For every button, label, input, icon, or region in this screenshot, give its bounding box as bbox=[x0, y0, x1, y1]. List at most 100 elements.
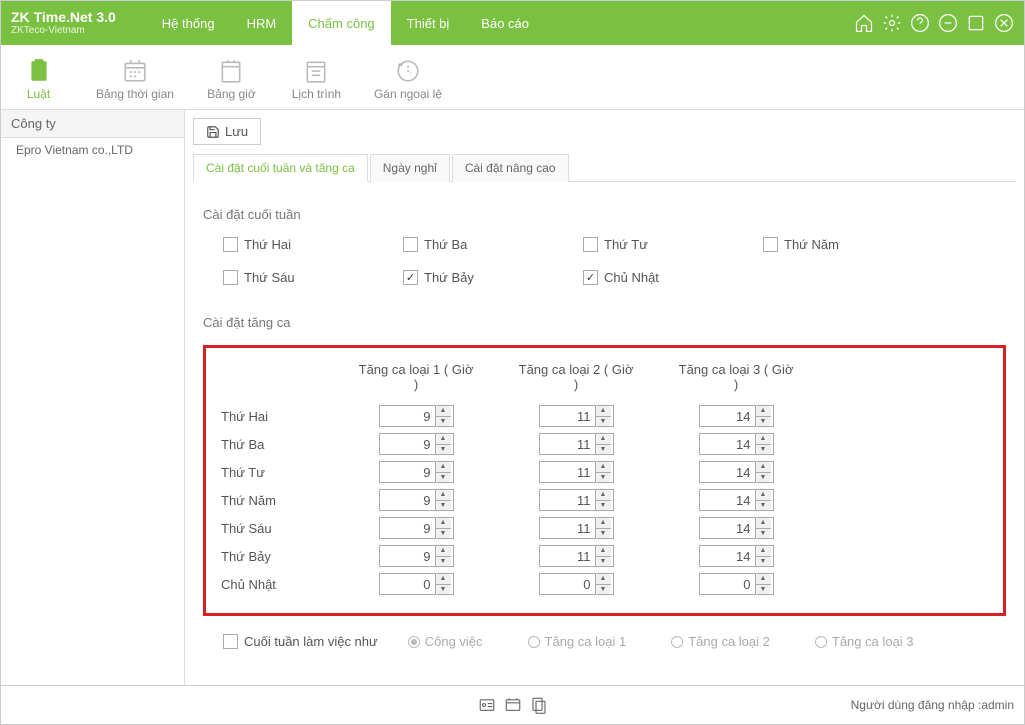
spin-up-icon[interactable]: ▲ bbox=[596, 406, 611, 417]
status-icon-3[interactable] bbox=[530, 696, 548, 714]
ot-hours-spinner[interactable]: ▲▼ bbox=[539, 545, 614, 567]
help-icon[interactable] bbox=[910, 13, 930, 33]
spin-up-icon[interactable]: ▲ bbox=[596, 490, 611, 501]
spin-up-icon[interactable]: ▲ bbox=[596, 462, 611, 473]
tab-device[interactable]: Thiết bị bbox=[391, 1, 466, 45]
toolbar-schedule[interactable]: Lịch trình bbox=[289, 58, 344, 101]
ot-hours-spinner[interactable]: ▲▼ bbox=[699, 545, 774, 567]
ot-hours-spinner[interactable]: ▲▼ bbox=[699, 573, 774, 595]
ot-hours-spinner[interactable]: ▲▼ bbox=[699, 405, 774, 427]
spin-down-icon[interactable]: ▼ bbox=[436, 417, 451, 427]
weekend-day-checkbox[interactable]: Thứ Năm bbox=[763, 237, 853, 252]
ot-hours-spinner[interactable]: ▲▼ bbox=[379, 433, 454, 455]
toolbar-timetable[interactable]: Bảng thời gian bbox=[96, 58, 174, 101]
ot-hours-spinner[interactable]: ▲▼ bbox=[379, 545, 454, 567]
spin-down-icon[interactable]: ▼ bbox=[596, 529, 611, 539]
weekend-as-radio[interactable]: Tăng ca loại 3 bbox=[815, 634, 914, 649]
status-icon-1[interactable] bbox=[478, 696, 496, 714]
ot-hours-spinner[interactable]: ▲▼ bbox=[379, 489, 454, 511]
ot-hours-spinner[interactable]: ▲▼ bbox=[539, 517, 614, 539]
spin-up-icon[interactable]: ▲ bbox=[756, 490, 771, 501]
spin-down-icon[interactable]: ▼ bbox=[596, 417, 611, 427]
spin-up-icon[interactable]: ▲ bbox=[436, 434, 451, 445]
weekend-as-radio[interactable]: Tăng ca loại 1 bbox=[528, 634, 627, 649]
save-button[interactable]: Lưu bbox=[193, 118, 261, 145]
ot-hours-spinner[interactable]: ▲▼ bbox=[539, 489, 614, 511]
minimize-icon[interactable] bbox=[938, 13, 958, 33]
spin-down-icon[interactable]: ▼ bbox=[436, 557, 451, 567]
spin-up-icon[interactable]: ▲ bbox=[436, 406, 451, 417]
ot-hours-spinner[interactable]: ▲▼ bbox=[699, 461, 774, 483]
weekend-work-as-checkbox[interactable]: Cuối tuần làm việc như bbox=[223, 634, 378, 649]
subtab-weekend-ot[interactable]: Cài đặt cuối tuần và tăng ca bbox=[193, 154, 368, 182]
weekend-day-checkbox[interactable]: Thứ Ba bbox=[403, 237, 493, 252]
spin-up-icon[interactable]: ▲ bbox=[436, 574, 451, 585]
weekend-as-radio[interactable]: Công việc bbox=[408, 634, 483, 649]
spin-down-icon[interactable]: ▼ bbox=[436, 473, 451, 483]
spin-down-icon[interactable]: ▼ bbox=[756, 557, 771, 567]
spin-up-icon[interactable]: ▲ bbox=[596, 518, 611, 529]
ot-hours-spinner[interactable]: ▲▼ bbox=[379, 461, 454, 483]
company-tree-item[interactable]: Epro Vietnam co.,LTD bbox=[1, 138, 184, 162]
spin-down-icon[interactable]: ▼ bbox=[436, 501, 451, 511]
gear-icon[interactable] bbox=[882, 13, 902, 33]
spin-down-icon[interactable]: ▼ bbox=[756, 473, 771, 483]
spin-down-icon[interactable]: ▼ bbox=[596, 473, 611, 483]
spin-up-icon[interactable]: ▲ bbox=[436, 518, 451, 529]
tab-report[interactable]: Báo cáo bbox=[465, 1, 545, 45]
spin-down-icon[interactable]: ▼ bbox=[596, 585, 611, 595]
spin-up-icon[interactable]: ▲ bbox=[596, 546, 611, 557]
close-icon[interactable] bbox=[994, 13, 1014, 33]
spin-down-icon[interactable]: ▼ bbox=[436, 445, 451, 455]
spin-up-icon[interactable]: ▲ bbox=[436, 462, 451, 473]
spin-up-icon[interactable]: ▲ bbox=[436, 546, 451, 557]
spin-down-icon[interactable]: ▼ bbox=[436, 529, 451, 539]
spin-up-icon[interactable]: ▲ bbox=[756, 546, 771, 557]
spin-down-icon[interactable]: ▼ bbox=[596, 501, 611, 511]
spin-up-icon[interactable]: ▲ bbox=[756, 574, 771, 585]
spin-up-icon[interactable]: ▲ bbox=[436, 490, 451, 501]
home-icon[interactable] bbox=[854, 13, 874, 33]
maximize-icon[interactable] bbox=[966, 13, 986, 33]
tab-hrm[interactable]: HRM bbox=[231, 1, 293, 45]
weekend-as-radio[interactable]: Tăng ca loại 2 bbox=[671, 634, 770, 649]
save-icon bbox=[206, 125, 220, 139]
weekend-day-checkbox[interactable]: Chủ Nhật bbox=[583, 270, 673, 285]
spin-down-icon[interactable]: ▼ bbox=[756, 585, 771, 595]
subtab-advanced[interactable]: Cài đặt nâng cao bbox=[452, 154, 569, 182]
ot-hours-spinner[interactable]: ▲▼ bbox=[699, 489, 774, 511]
weekend-day-checkbox[interactable]: Thứ Bảy bbox=[403, 270, 493, 285]
ot-hours-spinner[interactable]: ▲▼ bbox=[539, 573, 614, 595]
spin-down-icon[interactable]: ▼ bbox=[756, 417, 771, 427]
ot-hours-spinner[interactable]: ▲▼ bbox=[379, 573, 454, 595]
ot-hours-spinner[interactable]: ▲▼ bbox=[379, 405, 454, 427]
spin-down-icon[interactable]: ▼ bbox=[596, 445, 611, 455]
ot-hours-spinner[interactable]: ▲▼ bbox=[539, 461, 614, 483]
toolbar-rules[interactable]: Luật bbox=[11, 58, 66, 101]
toolbar-exception[interactable]: Gán ngoại lệ bbox=[374, 58, 442, 101]
spin-up-icon[interactable]: ▲ bbox=[756, 462, 771, 473]
spin-down-icon[interactable]: ▼ bbox=[756, 501, 771, 511]
ot-hours-spinner[interactable]: ▲▼ bbox=[699, 517, 774, 539]
ot-hours-spinner[interactable]: ▲▼ bbox=[699, 433, 774, 455]
subtab-holiday[interactable]: Ngày nghỉ bbox=[370, 154, 450, 182]
spin-down-icon[interactable]: ▼ bbox=[756, 529, 771, 539]
ot-hours-spinner[interactable]: ▲▼ bbox=[539, 405, 614, 427]
spin-down-icon[interactable]: ▼ bbox=[436, 585, 451, 595]
tab-system[interactable]: Hệ thống bbox=[146, 1, 231, 45]
weekend-day-checkbox[interactable]: Thứ Hai bbox=[223, 237, 313, 252]
toolbar-shift[interactable]: Bảng giờ bbox=[204, 58, 259, 101]
tab-attendance[interactable]: Chấm công bbox=[292, 1, 390, 45]
spin-up-icon[interactable]: ▲ bbox=[596, 574, 611, 585]
status-icon-2[interactable] bbox=[504, 696, 522, 714]
spin-down-icon[interactable]: ▼ bbox=[596, 557, 611, 567]
spin-down-icon[interactable]: ▼ bbox=[756, 445, 771, 455]
spin-up-icon[interactable]: ▲ bbox=[756, 434, 771, 445]
spin-up-icon[interactable]: ▲ bbox=[756, 406, 771, 417]
spin-up-icon[interactable]: ▲ bbox=[756, 518, 771, 529]
ot-hours-spinner[interactable]: ▲▼ bbox=[379, 517, 454, 539]
weekend-day-checkbox[interactable]: Thứ Tư bbox=[583, 237, 673, 252]
spin-up-icon[interactable]: ▲ bbox=[596, 434, 611, 445]
weekend-day-checkbox[interactable]: Thứ Sáu bbox=[223, 270, 313, 285]
ot-hours-spinner[interactable]: ▲▼ bbox=[539, 433, 614, 455]
